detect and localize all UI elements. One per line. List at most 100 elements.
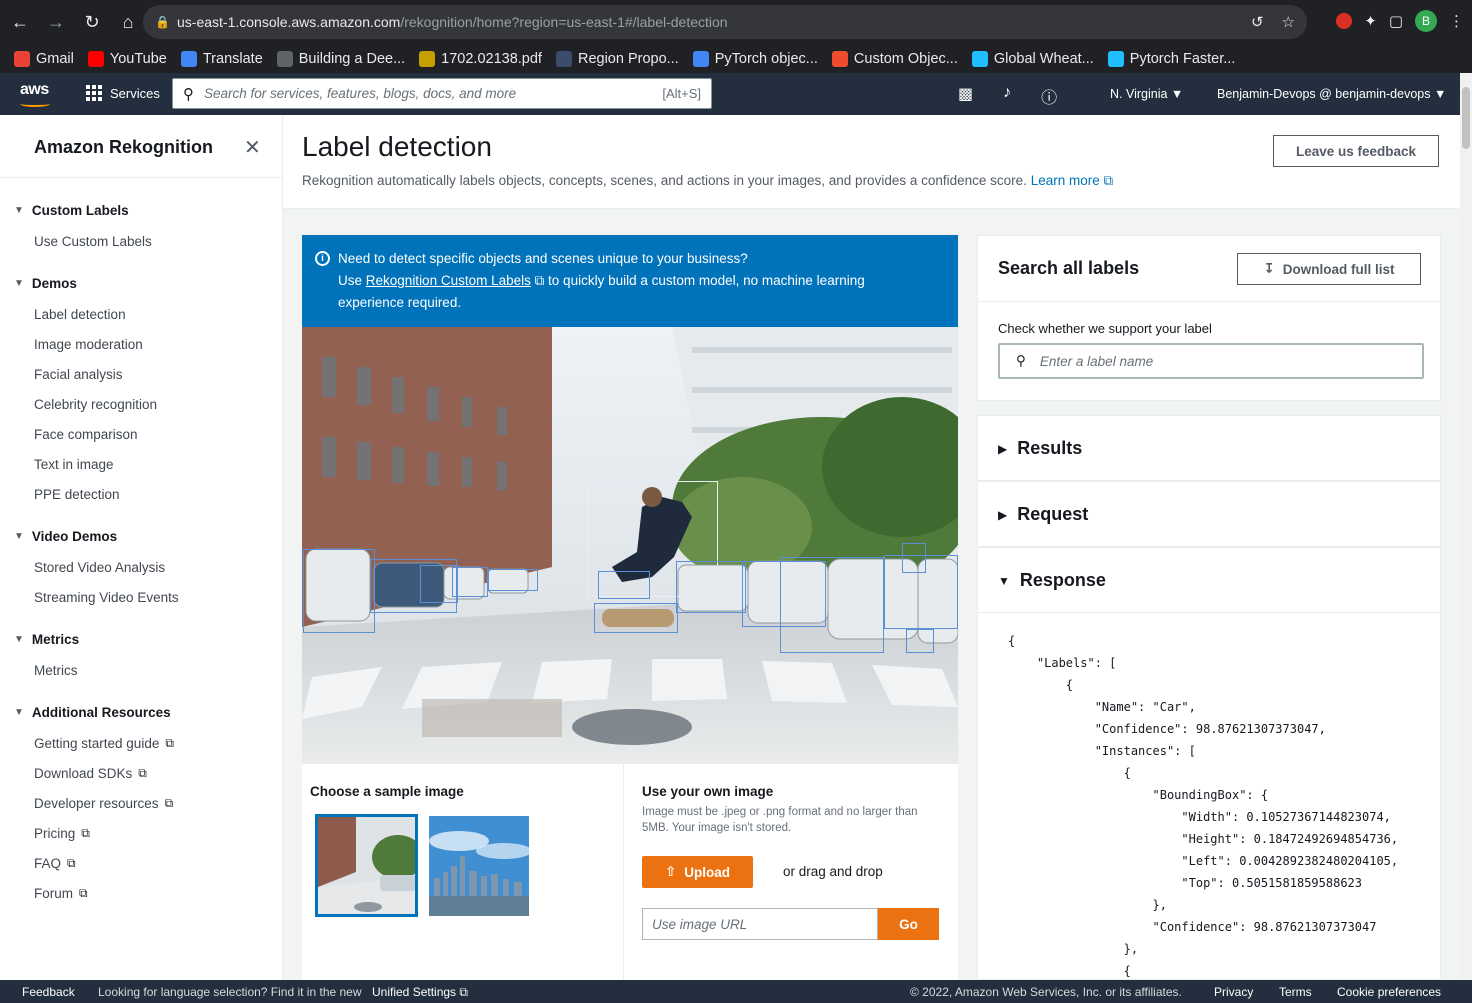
cookie-preferences-link[interactable]: Cookie preferences xyxy=(1337,985,1441,999)
terms-link[interactable]: Terms xyxy=(1279,985,1312,999)
analyzed-image xyxy=(302,327,958,763)
bookmark-item[interactable]: Building a Dee... xyxy=(276,50,405,67)
bookmark-star-icon[interactable]: ☆ xyxy=(1282,13,1295,31)
close-icon[interactable]: ✕ xyxy=(244,135,261,160)
external-link-icon: ⧉ xyxy=(164,796,174,810)
bookmark-item[interactable]: YouTube xyxy=(87,50,167,67)
bookmark-item[interactable]: Gmail xyxy=(14,50,74,67)
sidebar-item[interactable]: Pricing ⧉ xyxy=(34,826,90,841)
caret-down-icon: ▼ xyxy=(998,573,1010,588)
page-scrollbar[interactable] xyxy=(1460,73,1472,980)
sidebar-item[interactable]: Metrics xyxy=(34,663,78,678)
bounding-box[interactable] xyxy=(488,569,538,591)
aws-search-input[interactable]: ⚲ Search for services, features, blogs, … xyxy=(172,78,712,109)
response-accordion[interactable]: ▼ Response { "Labels": [ { "Name": "Car",… xyxy=(977,547,1441,980)
label-search-input[interactable]: ⚲ Enter a label name xyxy=(998,343,1424,379)
cloudshell-icon[interactable]: ▩ xyxy=(958,84,973,108)
extensions-puzzle-icon[interactable]: ✦ xyxy=(1364,12,1377,30)
sidebar-item[interactable]: Download SDKs ⧉ xyxy=(34,766,147,781)
learn-more-link[interactable]: Learn more ⧉ xyxy=(1031,173,1113,188)
external-link-icon: ⧉ xyxy=(138,766,147,780)
region-selector[interactable]: N. Virginia ▼ xyxy=(1110,87,1183,101)
download-full-list-button[interactable]: ↧ Download full list xyxy=(1237,253,1421,285)
footer: Feedback Looking for language selection?… xyxy=(0,980,1472,1003)
bookmark-item[interactable]: Pytorch Faster... xyxy=(1107,50,1235,67)
sidebar-section[interactable]: ▼ Custom Labels xyxy=(14,203,129,218)
image-url-input[interactable]: Use image URL xyxy=(642,908,878,940)
footer-feedback-link[interactable]: Feedback xyxy=(22,985,75,999)
account-menu[interactable]: Benjamin-Devops @ benjamin-devops ▼ xyxy=(1217,87,1446,101)
sample-images: Choose a sample image xyxy=(302,764,624,981)
bounding-box[interactable] xyxy=(676,561,746,613)
bookmark-item[interactable]: Region Propo... xyxy=(555,50,679,67)
bounding-box[interactable] xyxy=(594,603,678,633)
bookmark-item[interactable]: Translate xyxy=(180,50,263,67)
sidebar-item[interactable]: Text in image xyxy=(34,457,114,472)
bookmark-favicon-icon xyxy=(87,50,104,67)
external-link-icon: ⧉ xyxy=(79,886,88,900)
sidebar-section[interactable]: ▼ Additional Resources xyxy=(14,705,171,720)
bookmark-item[interactable]: Global Wheat... xyxy=(971,50,1094,67)
forward-arrow-icon[interactable]: → xyxy=(40,6,72,38)
help-icon[interactable]: ⓘ xyxy=(1041,84,1057,108)
page-description: Rekognition automatically labels objects… xyxy=(302,173,1114,188)
bookmark-item[interactable]: PyTorch objec... xyxy=(692,50,818,67)
own-image-section: Use your own image Image must be .jpeg o… xyxy=(642,764,958,981)
services-menu-button[interactable]: Services xyxy=(86,85,160,101)
profile-avatar[interactable]: B xyxy=(1415,10,1437,32)
sidebar-title: Amazon Rekognition xyxy=(34,137,213,157)
json-line: { xyxy=(1008,964,1131,978)
aws-logo[interactable]: aws xyxy=(20,81,50,107)
bounding-box[interactable] xyxy=(452,567,488,597)
json-line: { xyxy=(1008,634,1016,648)
sidebar-item[interactable]: Image moderation xyxy=(34,337,143,352)
extension-stop-icon[interactable] xyxy=(1336,13,1353,29)
bell-icon[interactable]: ♪ xyxy=(1003,84,1011,108)
request-accordion[interactable]: ▶ Request xyxy=(977,481,1441,547)
sample-image-street[interactable] xyxy=(315,814,418,917)
go-button[interactable]: Go xyxy=(878,908,939,940)
kebab-menu-icon[interactable]: ⋮ xyxy=(1449,12,1464,30)
sidebar-section[interactable]: ▼ Video Demos xyxy=(14,529,117,544)
lock-icon: 🔒 xyxy=(155,15,170,29)
bounding-box[interactable] xyxy=(906,629,934,653)
aws-console-header: aws Services ⚲ Search for services, feat… xyxy=(0,73,1460,115)
sidebar-item[interactable]: Facial analysis xyxy=(34,367,123,382)
sample-image-skyline[interactable] xyxy=(429,816,529,916)
sidebar-item[interactable]: Label detection xyxy=(34,307,126,322)
sidebar-item[interactable]: Streaming Video Events xyxy=(34,590,179,605)
sidebar-item[interactable]: FAQ ⧉ xyxy=(34,856,76,871)
json-line: "Labels": [ xyxy=(1008,656,1117,670)
leave-feedback-button[interactable]: Leave us feedback xyxy=(1273,135,1439,167)
sidebar-section[interactable]: ▼ Demos xyxy=(14,276,77,291)
bounding-box[interactable] xyxy=(780,557,884,653)
results-accordion[interactable]: ▶ Results xyxy=(977,415,1441,481)
custom-labels-link[interactable]: Rekognition Custom Labels xyxy=(366,273,531,288)
sidepanel-icon[interactable]: ▢ xyxy=(1389,12,1403,30)
upload-button[interactable]: ⇧ Upload xyxy=(642,856,753,888)
sidebar-item[interactable]: Forum ⧉ xyxy=(34,886,88,901)
bounding-box[interactable] xyxy=(902,543,926,573)
sidebar-item[interactable]: Use Custom Labels xyxy=(34,234,152,249)
sidebar-section[interactable]: ▼ Metrics xyxy=(14,632,79,647)
sidebar-item[interactable]: Face comparison xyxy=(34,427,138,442)
sidebar-item[interactable]: Getting started guide ⧉ xyxy=(34,736,174,751)
share-icon[interactable]: ↺ xyxy=(1251,13,1264,31)
sidebar-item[interactable]: PPE detection xyxy=(34,487,120,502)
sidebar-item[interactable]: Celebrity recognition xyxy=(34,397,157,412)
bookmark-item[interactable]: Custom Objec... xyxy=(831,50,958,67)
sidebar-item[interactable]: Developer resources ⧉ xyxy=(34,796,173,811)
image-source-area: Choose a sample image Use your own image… xyxy=(302,763,958,981)
info-banner: i Need to detect specific objects and sc… xyxy=(302,235,958,327)
browser-toolbar: ← → ↻ ⌂ 🔒 us-east-1.console.aws.amazon.c… xyxy=(0,0,1472,44)
sidebar-item[interactable]: Stored Video Analysis xyxy=(34,560,165,575)
bounding-box[interactable] xyxy=(598,571,650,599)
home-icon[interactable]: ⌂ xyxy=(112,6,144,38)
unified-settings-link[interactable]: Unified Settings ⧉ xyxy=(372,985,468,1000)
privacy-link[interactable]: Privacy xyxy=(1214,985,1253,999)
back-arrow-icon[interactable]: ← xyxy=(4,6,36,38)
bounding-box[interactable] xyxy=(303,549,375,633)
reload-icon[interactable]: ↻ xyxy=(76,6,108,38)
address-bar[interactable]: 🔒 us-east-1.console.aws.amazon.com/rekog… xyxy=(143,5,1307,39)
bookmark-item[interactable]: 1702.02138.pdf xyxy=(419,50,542,67)
